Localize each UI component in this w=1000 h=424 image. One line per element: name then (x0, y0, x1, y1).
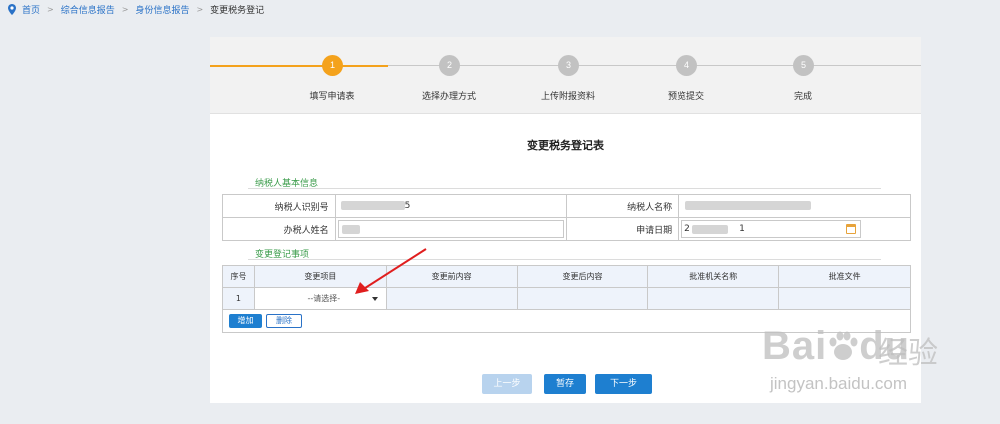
step-5-label: 完成 (793, 92, 812, 102)
apply-date-label: 申请日期 (565, 217, 680, 241)
handler-name-cell (334, 217, 567, 241)
paw-icon (829, 331, 858, 360)
select-placeholder: --请选择- (307, 294, 341, 303)
change-item-select[interactable]: --请选择- (253, 287, 387, 310)
section-divider (248, 259, 881, 260)
progress-line-remaining (388, 65, 921, 66)
step-2-label: 选择办理方式 (421, 92, 476, 102)
breadcrumb-identity-report[interactable]: 身份信息报告 (135, 3, 189, 16)
breadcrumb-overall-report[interactable]: 综合信息报告 (61, 3, 115, 16)
delete-row-button[interactable]: 删除 (266, 314, 302, 328)
step-3-label: 上传附报资料 (540, 92, 595, 102)
calendar-icon[interactable] (846, 224, 857, 234)
col-header-item: 变更项目 (253, 265, 387, 288)
handler-name-label: 办税人姓名 (222, 217, 336, 241)
document-cell[interactable] (778, 287, 911, 310)
after-content-cell[interactable] (516, 287, 649, 310)
col-header-after: 变更后内容 (516, 265, 649, 288)
col-header-document: 批准文件 (778, 265, 911, 288)
save-draft-button[interactable]: 暂存 (544, 374, 586, 394)
progress-line-done (210, 65, 388, 67)
breadcrumb-separator: > (121, 5, 129, 14)
taxpayer-id-value: 5 (334, 194, 567, 218)
breadcrumb: 首页 > 综合信息报告 > 身份信息报告 > 变更税务登记 (0, 0, 1000, 19)
apply-date-input[interactable]: 2 1 (681, 220, 862, 238)
add-row-button[interactable]: 增加 (229, 314, 262, 328)
taxpayer-info-table: 纳税人识别号 5 纳税人名称 办税人姓名 申请日期 2 1 (222, 194, 911, 241)
breadcrumb-separator: > (47, 5, 54, 14)
step-4-label: 预览提交 (667, 92, 704, 102)
col-header-seq: 序号 (222, 265, 255, 288)
step-3-circle: 3 (558, 55, 579, 76)
breadcrumb-current: 变更税务登记 (210, 6, 265, 16)
redacted-value (341, 225, 360, 234)
table-header-row: 序号 变更项目 变更前内容 变更后内容 批准机关名称 批准文件 (222, 265, 911, 288)
step-1-label: 填写申请表 (309, 92, 355, 102)
step-progress: 1 2 3 4 5 填写申请表 选择办理方式 上传附报资料 预览提交 完成 (210, 37, 921, 114)
step-1-circle: 1 (322, 55, 343, 76)
watermark-url: jingyan.baidu.com (770, 374, 908, 393)
apply-date-visible-end: 1 (739, 224, 745, 234)
authority-cell[interactable] (647, 287, 780, 310)
step-5-circle: 5 (793, 55, 814, 76)
taxpayer-id-label: 纳税人识别号 (222, 194, 336, 218)
changes-table: 序号 变更项目 变更前内容 变更后内容 批准机关名称 批准文件 1 --请选择- (222, 265, 911, 310)
before-content-cell[interactable] (385, 287, 518, 310)
taxpayer-name-label: 纳税人名称 (565, 194, 680, 218)
apply-date-cell: 2 1 (678, 217, 911, 241)
col-header-authority: 批准机关名称 (647, 265, 780, 288)
baidu-watermark: Bai du 经验 jingyan.baidu.com (760, 316, 990, 416)
table-row: 1 --请选择- (222, 287, 911, 310)
col-header-before: 变更前内容 (385, 265, 518, 288)
section-divider (248, 188, 881, 189)
redacted-value (340, 201, 405, 210)
next-step-button[interactable]: 下一步 (595, 374, 652, 394)
redacted-value (692, 225, 729, 234)
breadcrumb-home[interactable]: 首页 (22, 3, 40, 16)
location-pin-icon (8, 4, 16, 15)
watermark-cn: 经验 (878, 336, 938, 371)
taxpayer-id-visible-part: 5 (404, 201, 411, 211)
dropdown-caret-icon (371, 297, 378, 301)
step-4-circle: 4 (676, 55, 697, 76)
breadcrumb-separator: > (196, 5, 204, 14)
handler-name-input[interactable] (337, 220, 564, 238)
redacted-value (685, 201, 812, 210)
row-seq: 1 (222, 287, 255, 310)
apply-date-visible-start: 2 (684, 224, 690, 234)
step-2-circle: 2 (439, 55, 460, 76)
prev-step-button[interactable]: 上一步 (482, 374, 532, 394)
form-title: 变更税务登记表 (527, 139, 604, 152)
taxpayer-name-value (678, 194, 911, 218)
